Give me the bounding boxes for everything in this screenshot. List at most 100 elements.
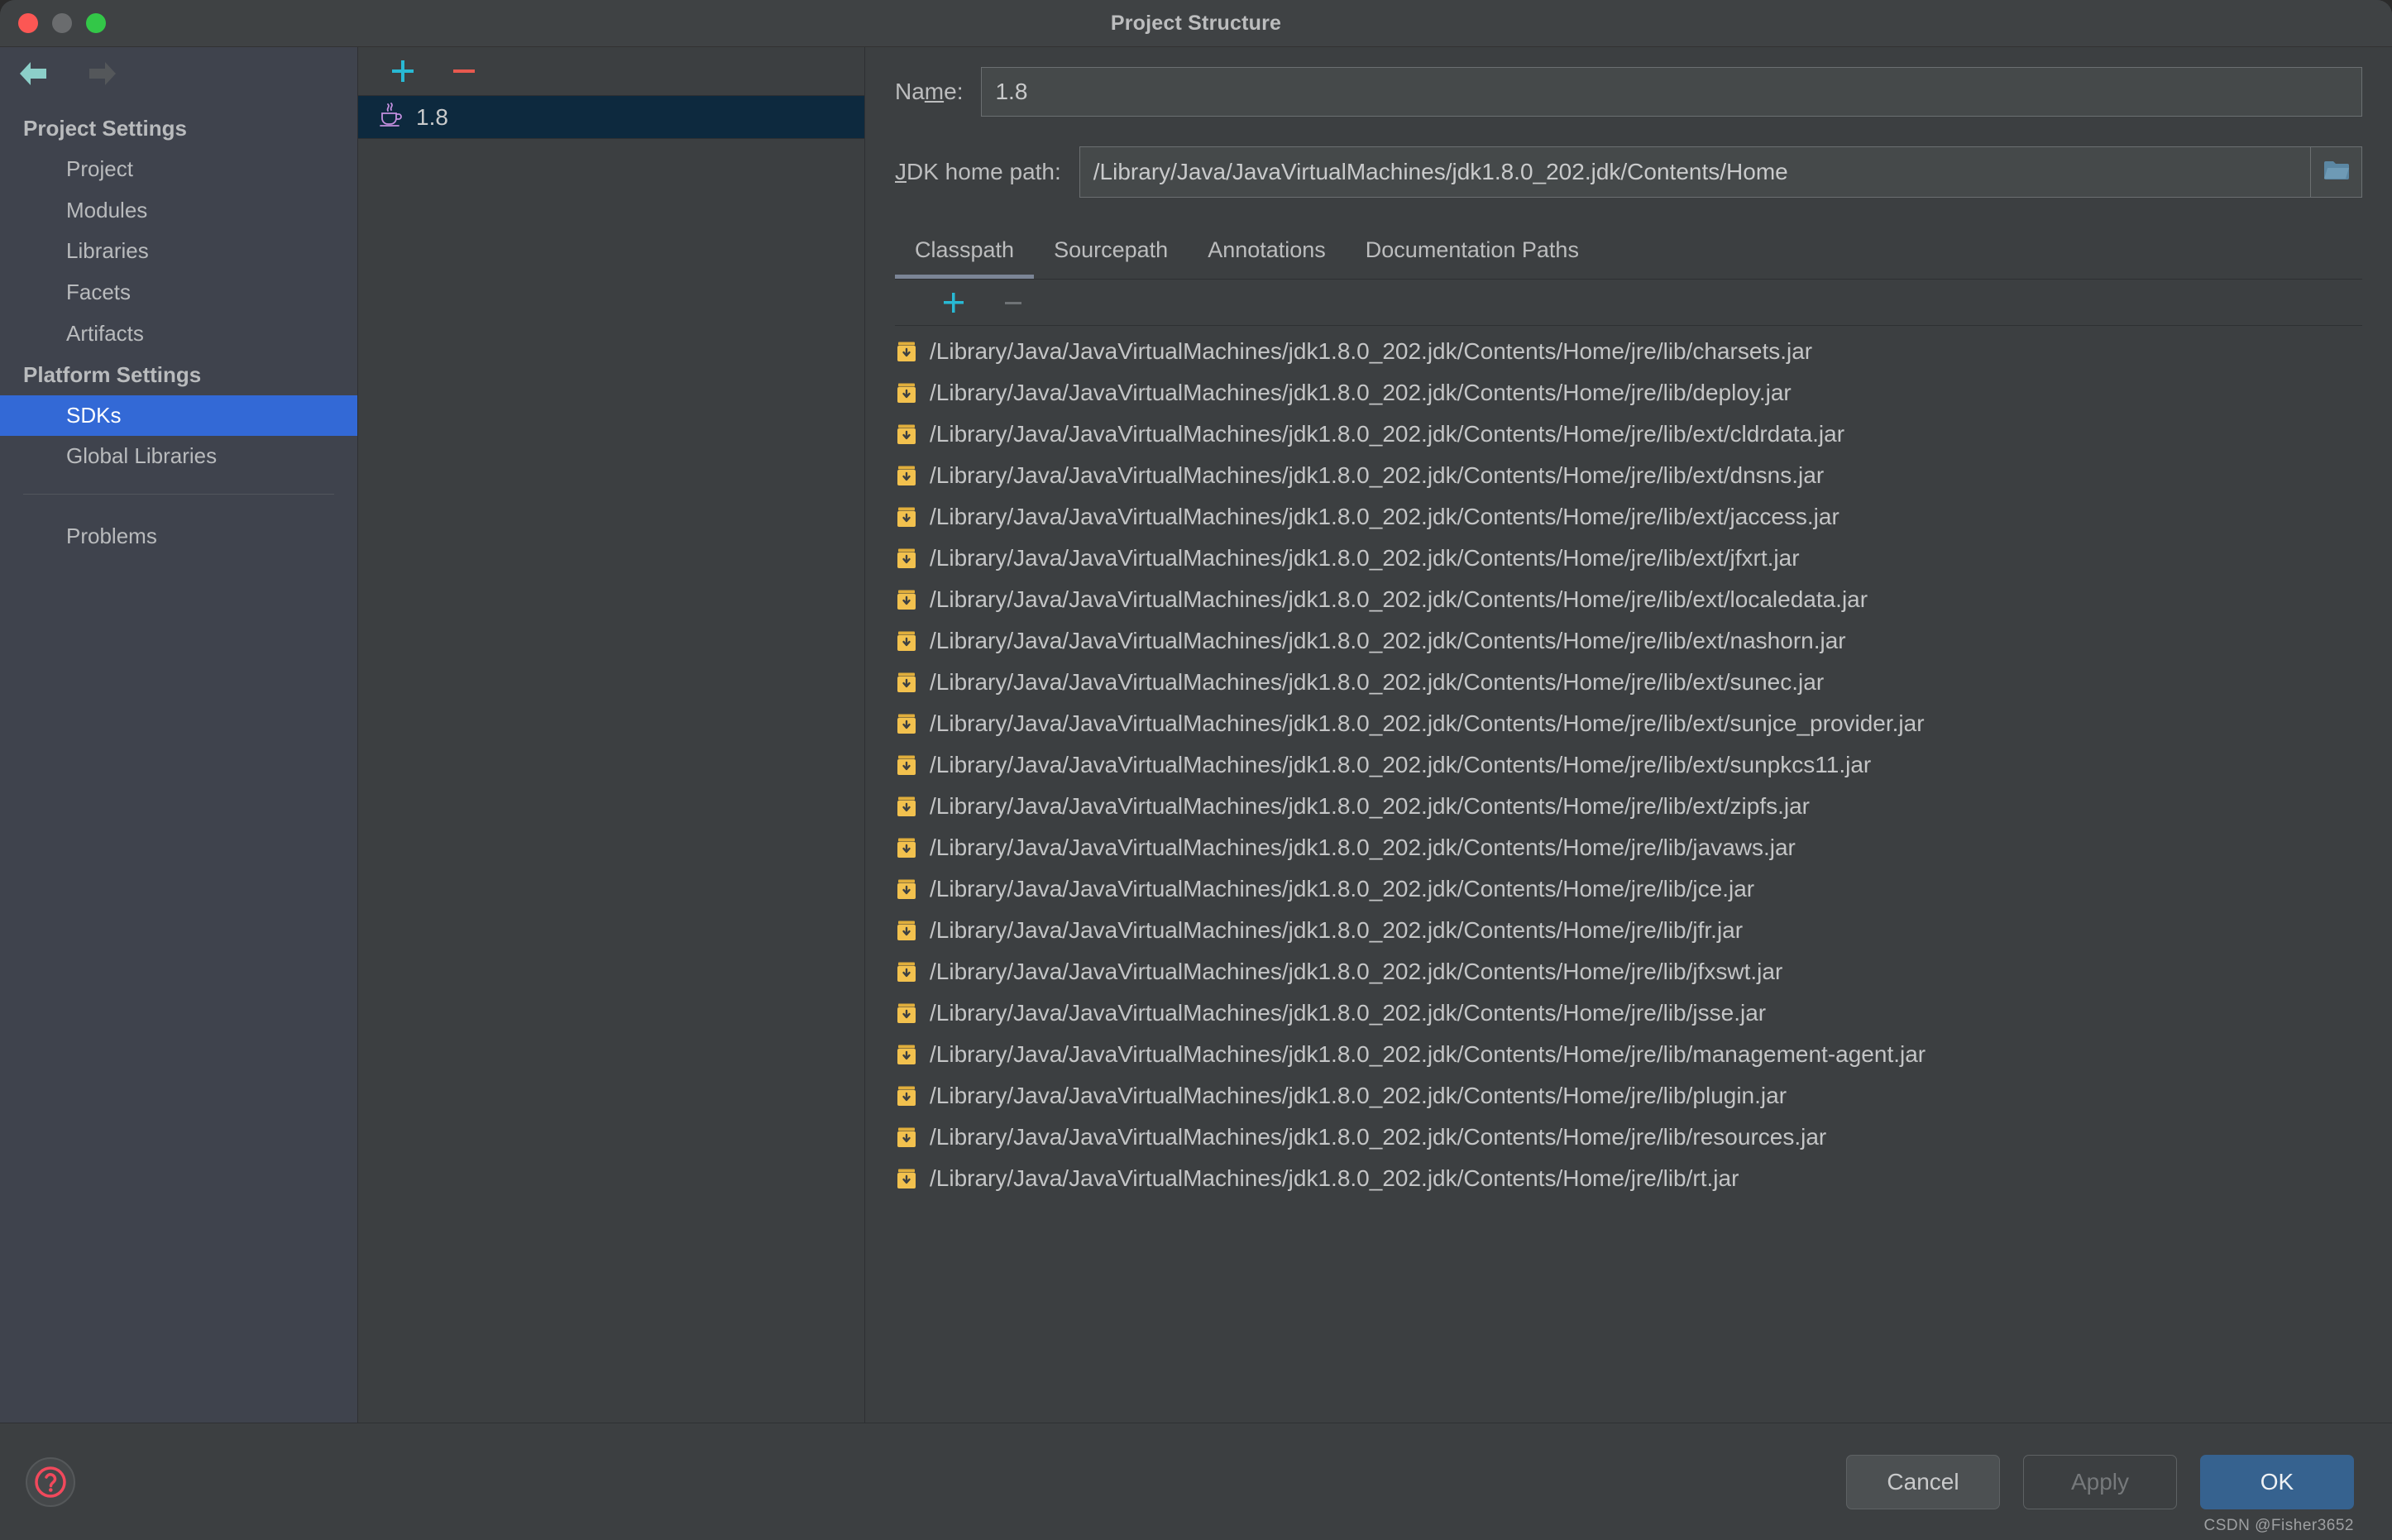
- jar-file-icon: [895, 547, 918, 570]
- classpath-entry-path: /Library/Java/JavaVirtualMachines/jdk1.8…: [930, 380, 1792, 405]
- sidebar-item-artifacts[interactable]: Artifacts: [0, 313, 357, 355]
- tab-classpath[interactable]: Classpath: [895, 229, 1035, 279]
- ok-button[interactable]: OK: [2200, 1454, 2354, 1509]
- classpath-entry-path: /Library/Java/JavaVirtualMachines/jdk1.8…: [930, 752, 1872, 777]
- jar-file-icon: [895, 836, 918, 859]
- sidebar-nav-row: [0, 47, 357, 100]
- classpath-list-item[interactable]: /Library/Java/JavaVirtualMachines/jdk1.8…: [895, 951, 2362, 992]
- sidebar-item-facets[interactable]: Facets: [0, 272, 357, 313]
- classpath-entry-path: /Library/Java/JavaVirtualMachines/jdk1.8…: [930, 876, 1755, 902]
- jar-file-icon: [895, 505, 918, 528]
- cancel-button[interactable]: Cancel: [1846, 1454, 2000, 1509]
- classpath-entry-path: /Library/Java/JavaVirtualMachines/jdk1.8…: [930, 338, 1813, 364]
- jar-file-icon: [895, 712, 918, 735]
- tab-annotations[interactable]: Annotations: [1188, 229, 1346, 279]
- jdk-home-path-label: JDK home path:: [895, 159, 1061, 184]
- classpath-entry-path: /Library/Java/JavaVirtualMachines/jdk1.8…: [930, 710, 1925, 736]
- classpath-list-item[interactable]: /Library/Java/JavaVirtualMachines/jdk1.8…: [895, 744, 2362, 786]
- dialog-body: Project Settings Project Modules Librari…: [0, 47, 2392, 1423]
- classpath-entry-path: /Library/Java/JavaVirtualMachines/jdk1.8…: [930, 628, 1846, 653]
- classpath-list-item[interactable]: /Library/Java/JavaVirtualMachines/jdk1.8…: [895, 414, 2362, 455]
- watermark: CSDN @Fisher3652: [2203, 1517, 2354, 1534]
- add-sdk-icon[interactable]: [389, 57, 417, 85]
- jar-file-icon: [895, 1043, 918, 1066]
- jar-file-icon: [895, 1167, 918, 1190]
- classpath-entry-path: /Library/Java/JavaVirtualMachines/jdk1.8…: [930, 1041, 1926, 1067]
- classpath-entry-path: /Library/Java/JavaVirtualMachines/jdk1.8…: [930, 421, 1845, 447]
- classpath-list-item[interactable]: /Library/Java/JavaVirtualMachines/jdk1.8…: [895, 538, 2362, 579]
- settings-nav-list: Project Settings Project Modules Librari…: [0, 100, 357, 557]
- classpath-list-item[interactable]: /Library/Java/JavaVirtualMachines/jdk1.8…: [895, 620, 2362, 662]
- help-question-icon[interactable]: [25, 1456, 76, 1508]
- classpath-list-item[interactable]: /Library/Java/JavaVirtualMachines/jdk1.8…: [895, 1117, 2362, 1158]
- classpath-list-item[interactable]: /Library/Java/JavaVirtualMachines/jdk1.8…: [895, 1158, 2362, 1199]
- jar-file-icon: [895, 919, 918, 942]
- apply-button[interactable]: Apply: [2023, 1454, 2177, 1509]
- java-coffee-cup-icon: [376, 101, 404, 133]
- classpath-list-item[interactable]: /Library/Java/JavaVirtualMachines/jdk1.8…: [895, 372, 2362, 414]
- classpath-list-item[interactable]: /Library/Java/JavaVirtualMachines/jdk1.8…: [895, 786, 2362, 827]
- sidebar-item-problems[interactable]: Problems: [0, 516, 357, 557]
- classpath-entry-path: /Library/Java/JavaVirtualMachines/jdk1.8…: [930, 462, 1825, 488]
- classpath-list-item[interactable]: /Library/Java/JavaVirtualMachines/jdk1.8…: [895, 868, 2362, 910]
- classpath-list-item[interactable]: /Library/Java/JavaVirtualMachines/jdk1.8…: [895, 992, 2362, 1034]
- zoom-window-button[interactable]: [86, 13, 106, 33]
- jar-file-icon: [895, 340, 918, 363]
- sidebar-item-global-libraries[interactable]: Global Libraries: [0, 436, 357, 477]
- classpath-entry-path: /Library/Java/JavaVirtualMachines/jdk1.8…: [930, 1165, 1739, 1191]
- classpath-list-item[interactable]: /Library/Java/JavaVirtualMachines/jdk1.8…: [895, 496, 2362, 538]
- jar-file-icon: [895, 464, 918, 487]
- classpath-list-item[interactable]: /Library/Java/JavaVirtualMachines/jdk1.8…: [895, 703, 2362, 744]
- sidebar-item-libraries[interactable]: Libraries: [0, 231, 357, 272]
- sdk-list-panel: 1.8: [358, 47, 865, 1423]
- sidebar-item-modules[interactable]: Modules: [0, 190, 357, 232]
- sdk-list-toolbar: [358, 47, 864, 95]
- sidebar-group-project-settings: Project Settings: [23, 116, 187, 141]
- sdk-name-row: Name: 1.8: [865, 67, 2392, 117]
- project-structure-dialog: Project Structure Project Settings Proje…: [0, 0, 2392, 1540]
- sdk-detail-panel: Name: 1.8 JDK home path: /Library/Java/J…: [865, 47, 2392, 1423]
- browse-folder-button[interactable]: [2311, 146, 2362, 198]
- classpath-list[interactable]: /Library/Java/JavaVirtualMachines/jdk1.8…: [895, 326, 2362, 1423]
- jar-file-icon: [895, 671, 918, 694]
- jar-file-icon: [895, 381, 918, 404]
- sidebar-item-sdks[interactable]: SDKs: [0, 395, 357, 437]
- sidebar-group-platform-settings: Platform Settings: [23, 361, 202, 387]
- classpath-entry-path: /Library/Java/JavaVirtualMachines/jdk1.8…: [930, 586, 1868, 612]
- sdk-name-input[interactable]: 1.8: [981, 67, 2362, 117]
- classpath-list-item[interactable]: /Library/Java/JavaVirtualMachines/jdk1.8…: [895, 827, 2362, 868]
- classpath-toolbar: [895, 280, 2362, 326]
- jar-file-icon: [895, 1126, 918, 1149]
- jar-file-icon: [895, 1002, 918, 1025]
- forward-arrow-icon[interactable]: [84, 60, 117, 88]
- close-window-button[interactable]: [18, 13, 38, 33]
- back-arrow-icon[interactable]: [18, 60, 51, 88]
- remove-sdk-icon[interactable]: [450, 57, 478, 85]
- add-classpath-entry-icon[interactable]: [940, 289, 968, 317]
- jar-file-icon: [895, 588, 918, 611]
- sdk-name-label: Name:: [895, 79, 964, 104]
- classpath-list-item[interactable]: /Library/Java/JavaVirtualMachines/jdk1.8…: [895, 331, 2362, 372]
- jdk-home-path-control: /Library/Java/JavaVirtualMachines/jdk1.8…: [1079, 146, 2362, 198]
- classpath-list-item[interactable]: /Library/Java/JavaVirtualMachines/jdk1.8…: [895, 910, 2362, 951]
- jar-file-icon: [895, 795, 918, 818]
- classpath-list-item[interactable]: /Library/Java/JavaVirtualMachines/jdk1.8…: [895, 662, 2362, 703]
- tab-documentation-paths[interactable]: Documentation Paths: [1346, 229, 1599, 279]
- tab-sourcepath[interactable]: Sourcepath: [1034, 229, 1188, 279]
- jdk-home-path-row: JDK home path: /Library/Java/JavaVirtual…: [865, 146, 2392, 198]
- classpath-list-item[interactable]: /Library/Java/JavaVirtualMachines/jdk1.8…: [895, 1075, 2362, 1117]
- window-title: Project Structure: [1110, 11, 1282, 35]
- settings-sidebar: Project Settings Project Modules Librari…: [0, 47, 358, 1423]
- sdk-list-item-1-8[interactable]: 1.8: [358, 95, 864, 139]
- classpath-list-item[interactable]: /Library/Java/JavaVirtualMachines/jdk1.8…: [895, 579, 2362, 620]
- jar-file-icon: [895, 878, 918, 901]
- sdk-detail-tabs: Classpath Sourcepath Annotations Documen…: [895, 229, 2362, 280]
- jar-file-icon: [895, 629, 918, 653]
- classpath-list-item[interactable]: /Library/Java/JavaVirtualMachines/jdk1.8…: [895, 1034, 2362, 1075]
- jar-file-icon: [895, 423, 918, 446]
- classpath-list-item[interactable]: /Library/Java/JavaVirtualMachines/jdk1.8…: [895, 455, 2362, 496]
- sidebar-item-project[interactable]: Project: [0, 149, 357, 190]
- minimize-window-button[interactable]: [52, 13, 72, 33]
- jdk-home-path-input[interactable]: /Library/Java/JavaVirtualMachines/jdk1.8…: [1079, 146, 2311, 198]
